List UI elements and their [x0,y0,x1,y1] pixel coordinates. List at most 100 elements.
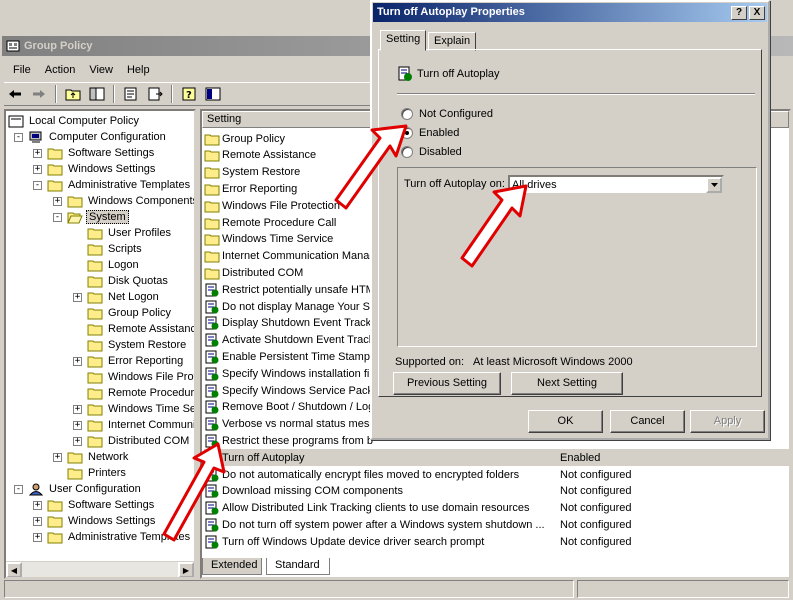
tree-node-printers[interactable]: Printers [67,465,128,481]
help-title-button[interactable]: ? [731,6,747,20]
table-row[interactable]: Turn off Windows Update device driver se… [204,533,789,550]
tree-node-user-config[interactable]: - User Configuration [14,481,143,497]
console-tree[interactable]: Local Computer Policy - Computer Configur… [4,109,196,579]
up-one-level-button[interactable] [62,84,84,104]
expand-icon[interactable]: + [33,516,42,526]
show-hide-tree-button[interactable] [86,84,108,104]
policy-setting-icon [205,451,219,465]
expand-icon[interactable]: + [33,148,42,158]
tree-node-computer-config[interactable]: - Computer Configuration [14,129,168,145]
radio-not-configured[interactable]: Not Configured [401,108,493,120]
policy-setting-icon [205,384,219,397]
collapse-icon[interactable]: - [53,212,62,222]
tree-node-group-policy[interactable]: Group Policy [87,305,173,321]
drives-combobox[interactable]: All drives [508,175,724,195]
previous-setting-button[interactable]: Previous Setting [393,372,501,395]
forward-button[interactable] [28,84,50,104]
tab-extended[interactable]: Extended [202,558,262,575]
expand-icon[interactable]: + [73,292,82,302]
expand-icon[interactable]: + [33,532,42,542]
tree-node-user-profiles[interactable]: User Profiles [87,225,173,241]
help-button[interactable]: ? [178,84,200,104]
tree-node-disk-quotas[interactable]: Disk Quotas [87,273,170,289]
tree-node-user-windows-settings[interactable]: + Windows Settings [33,513,157,529]
policy-setting-icon [205,468,219,481]
setting-name: Do not automatically encrypt files moved… [222,468,520,481]
table-row[interactable]: Do not turn off system power after a Win… [204,516,789,533]
radio-enabled[interactable]: Enabled [401,127,459,139]
dropdown-arrow-icon[interactable] [706,177,722,193]
tree-node-error-reporting[interactable]: + Error Reporting [73,353,185,369]
ok-button[interactable]: OK [528,410,603,433]
expand-icon[interactable]: + [73,436,82,446]
table-row[interactable]: Download missing COM components Not confi… [204,483,789,500]
radio-disabled[interactable]: Disabled [401,146,462,158]
policy-setting-icon [205,400,219,414]
table-row[interactable]: Allow Distributed Link Tracking clients … [204,500,789,517]
tree-node-windows-file-protection[interactable]: Windows File Prote [87,369,194,385]
folder-icon [204,150,220,162]
tab-setting[interactable]: Setting [380,30,427,51]
expand-icon[interactable]: + [53,452,62,462]
table-row[interactable]: Turn off Autoplay Enabled [204,449,789,467]
radio-button-selected[interactable] [401,127,413,139]
folder-icon [47,180,63,191]
menu-action[interactable]: Action [38,60,83,80]
user-icon [28,483,44,495]
tree-horizontal-scrollbar[interactable]: ◀ ▶ [6,561,194,577]
tree-node-remote-procedure[interactable]: Remote Procedure [87,385,194,401]
policy-setting-icon [205,518,219,532]
export-list-button[interactable] [144,84,166,104]
apply-button[interactable]: Apply [690,410,765,433]
tree-node-net-logon[interactable]: + Net Logon [73,289,161,305]
back-button[interactable] [4,84,26,104]
menu-view[interactable]: View [82,60,120,80]
collapse-icon[interactable]: - [14,132,23,142]
radio-button[interactable] [401,108,413,120]
tree-node-windows-components[interactable]: + Windows Components [53,193,194,209]
tree-node-user-software-settings[interactable]: + Software Settings [33,497,156,513]
tree-node-scripts[interactable]: Scripts [87,241,144,257]
cancel-button[interactable]: Cancel [610,410,685,433]
tree-node-root[interactable]: Local Computer Policy [8,113,141,129]
help-icon: ? [182,87,196,101]
collapse-icon[interactable]: - [14,484,23,494]
expand-icon[interactable]: + [73,356,82,366]
radio-button[interactable] [401,146,413,158]
tree-node-internet-communic[interactable]: + Internet Communic [73,417,194,433]
tree-node-system-restore[interactable]: System Restore [87,337,188,353]
folder-icon [87,404,103,415]
tree-node-remote-assistance[interactable]: Remote Assistance [87,321,194,337]
setting-state: Not configured [560,518,632,531]
table-row[interactable]: Do not automatically encrypt files moved… [204,466,789,483]
properties-button[interactable] [120,84,142,104]
menu-file[interactable]: File [6,60,38,80]
tree-node-windows-time[interactable]: + Windows Time Serv [73,401,194,417]
next-setting-button[interactable]: Next Setting [511,372,623,395]
folder-icon [47,148,63,159]
tree-node-windows-settings[interactable]: + Windows Settings [33,161,157,177]
tree-node-network[interactable]: + Network [53,449,130,465]
tree-node-admin-templates[interactable]: - Administrative Templates [33,177,192,193]
folder-icon [87,388,103,399]
close-button[interactable]: X [749,6,765,20]
folder-icon [204,184,220,196]
expand-icon[interactable]: + [33,500,42,510]
tree-node-logon[interactable]: Logon [87,257,141,273]
scroll-left-button[interactable]: ◀ [6,562,22,577]
scroll-right-button[interactable]: ▶ [178,562,194,577]
tree-node-distributed-com[interactable]: + Distributed COM [73,433,191,449]
setting-panel: Turn off Autoplay Not Configured Enabled… [378,49,762,397]
expand-icon[interactable]: + [73,420,82,430]
expand-icon[interactable]: + [73,404,82,414]
tree-node-software-settings[interactable]: + Software Settings [33,145,156,161]
collapse-icon[interactable]: - [33,180,42,190]
tab-standard[interactable]: Standard [266,558,330,575]
console-tree-button[interactable] [202,84,224,104]
tree-node-user-admin-templates[interactable]: + Administrative Templates [33,529,192,545]
tree-node-system[interactable]: - System [53,209,129,225]
folder-icon [87,292,103,303]
expand-icon[interactable]: + [53,196,62,206]
menu-help[interactable]: Help [120,60,157,80]
expand-icon[interactable]: + [33,164,42,174]
